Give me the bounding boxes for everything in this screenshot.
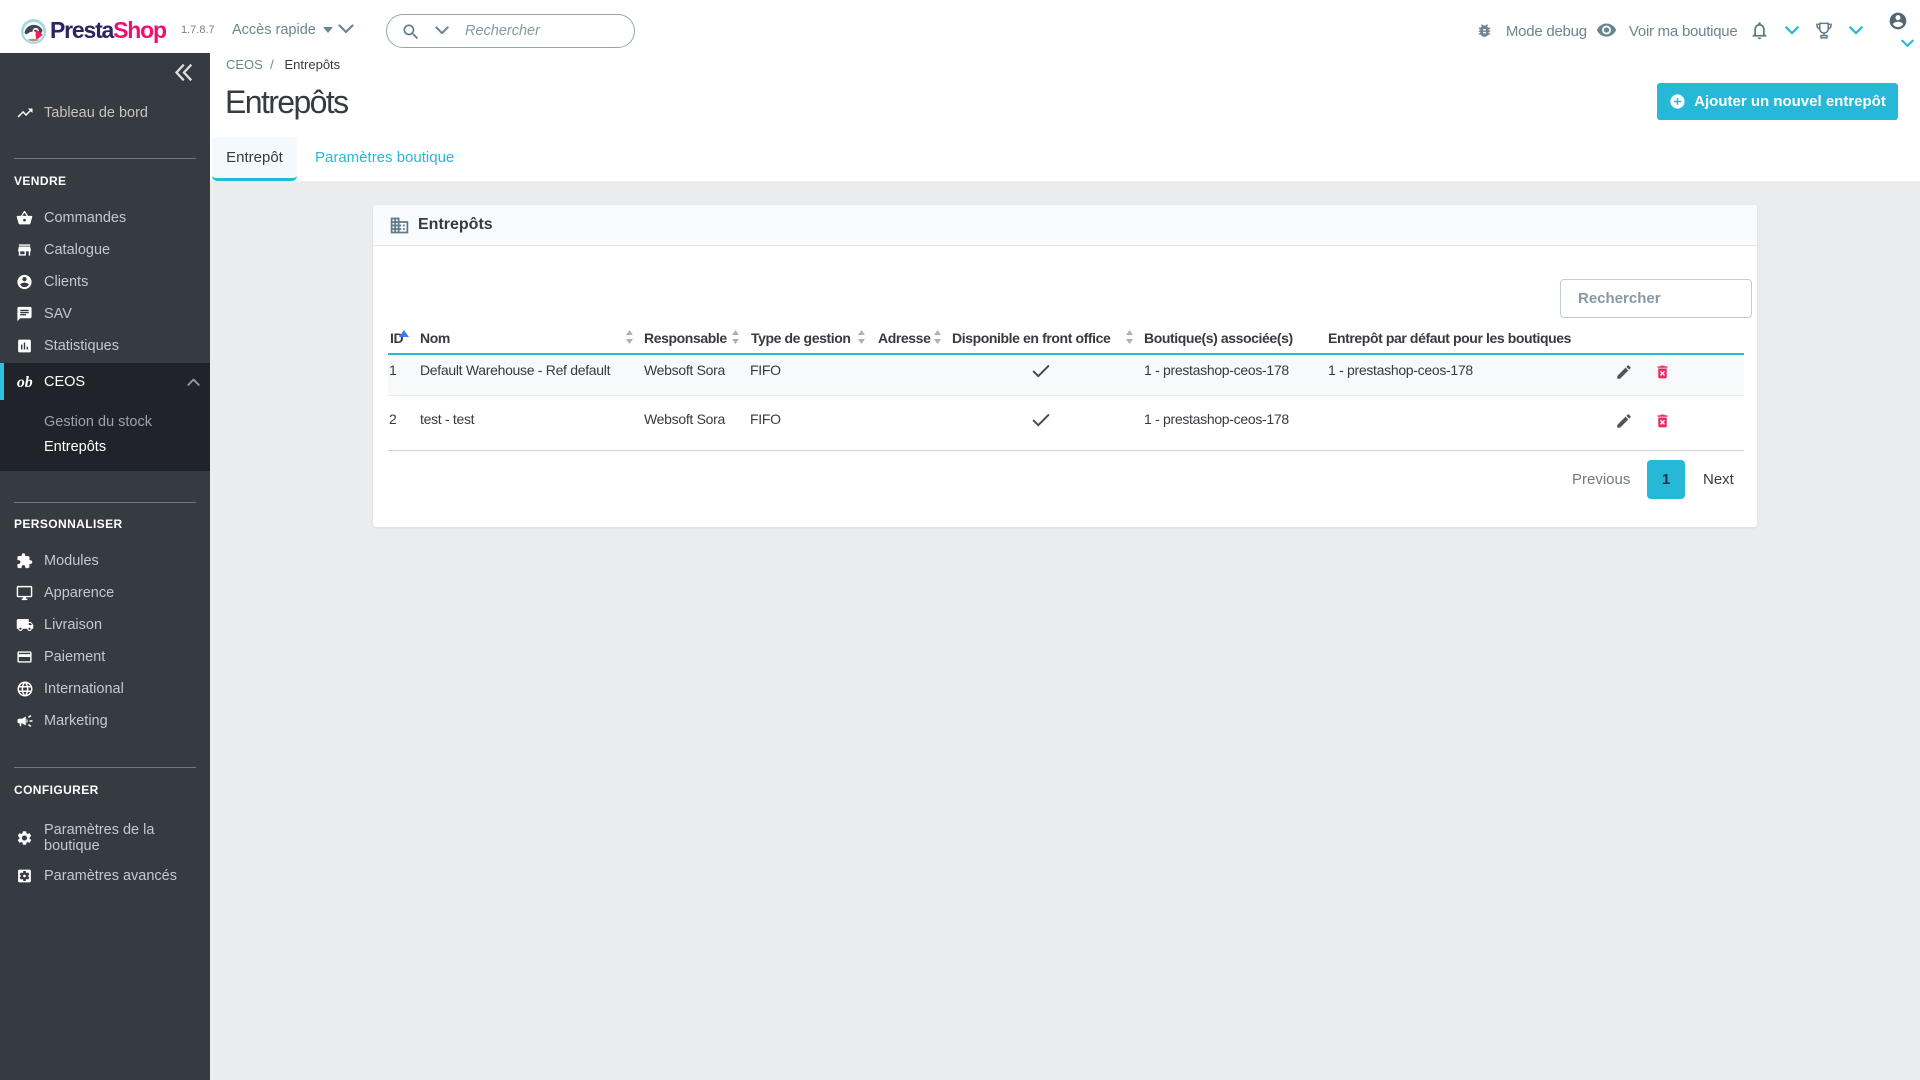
svg-text:ob: ob [17,374,33,391]
